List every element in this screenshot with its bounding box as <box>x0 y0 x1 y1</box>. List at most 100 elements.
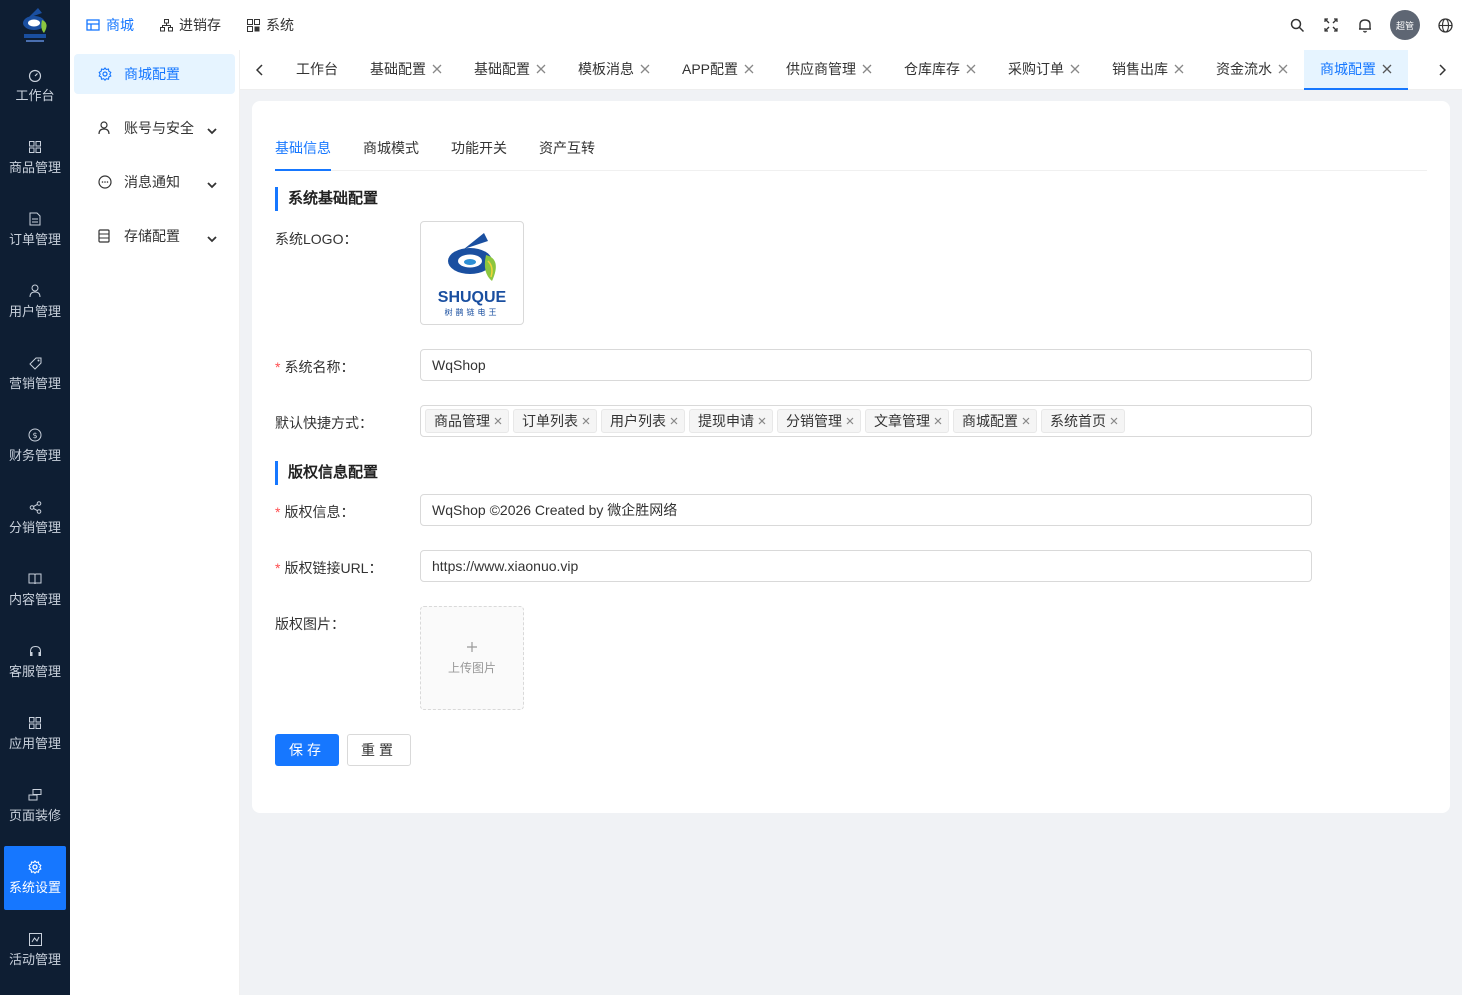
user-icon <box>28 284 42 298</box>
close-icon[interactable] <box>536 64 546 74</box>
nav-label: 用户管理 <box>8 304 61 319</box>
close-icon[interactable] <box>582 417 590 425</box>
nav-content[interactable]: 内容管理 <box>4 558 66 622</box>
subnav-label: 存储配置 <box>124 228 180 244</box>
shortcut-tag: 订单列表 <box>513 409 597 433</box>
tab-basic-config-2[interactable]: 基础配置 <box>458 50 562 90</box>
nav-apps[interactable]: 应用管理 <box>4 702 66 766</box>
hierarchy-icon <box>160 18 173 31</box>
nav-finance[interactable]: $ 财务管理 <box>4 414 66 478</box>
globe-icon[interactable] <box>1428 17 1462 33</box>
search-icon[interactable] <box>1280 18 1314 33</box>
chevron-right-icon <box>1439 63 1446 76</box>
close-icon[interactable] <box>1070 64 1080 74</box>
nav-customer-service[interactable]: 客服管理 <box>4 630 66 694</box>
tab-template-message[interactable]: 模板消息 <box>562 50 666 90</box>
main-sidebar: 工作台 商品管理 订单管理 用户管理 营销管理 $ 财务管理 分销管理 内容管理 … <box>0 0 70 995</box>
close-icon[interactable] <box>1278 64 1288 74</box>
tab-app-config[interactable]: APP配置 <box>666 50 770 90</box>
shortcut-select[interactable]: 商品管理 订单列表 用户列表 提现申请 分销管理 文章管理 商城配置 系统首页 <box>420 405 1312 437</box>
subnav-account-security[interactable]: 账号与安全 <box>74 108 235 148</box>
tab-label: 商城配置 <box>1320 60 1377 77</box>
fullscreen-icon[interactable] <box>1314 18 1348 32</box>
nav-page-design[interactable]: 页面装修 <box>4 774 66 838</box>
nav-users[interactable]: 用户管理 <box>4 270 66 334</box>
nav-marketing[interactable]: 营销管理 <box>4 342 66 406</box>
copyright-url-input[interactable]: https://www.xiaonuo.vip <box>420 550 1312 582</box>
plus-icon <box>467 641 477 652</box>
copyright-image-upload[interactable]: 上传图片 <box>420 606 524 710</box>
shortcut-tag: 系统首页 <box>1041 409 1125 433</box>
tab-basic-config[interactable]: 基础配置 <box>354 50 458 90</box>
nav-dashboard[interactable]: 工作台 <box>4 54 66 118</box>
section-title-copyright: 版权信息配置 <box>275 461 378 485</box>
top-menu-inventory[interactable]: 进销存 <box>160 15 221 35</box>
nav-distribution[interactable]: 分销管理 <box>4 486 66 550</box>
top-menu-system[interactable]: 系统 <box>247 15 294 35</box>
close-icon[interactable] <box>640 64 650 74</box>
app-logo[interactable] <box>0 0 70 50</box>
tabs-scroll-left[interactable] <box>240 50 280 90</box>
logo-label: 系统LOGO： <box>275 231 358 247</box>
shortcut-tag-label: 商品管理 <box>434 413 490 429</box>
close-icon[interactable] <box>966 64 976 74</box>
close-icon[interactable] <box>494 417 502 425</box>
chevron-left-icon <box>256 63 263 76</box>
close-icon[interactable] <box>670 417 678 425</box>
close-icon[interactable] <box>432 64 442 74</box>
required-mark: * <box>275 504 281 520</box>
reset-button[interactable]: 重置 <box>347 734 411 766</box>
tab-workbench[interactable]: 工作台 <box>280 50 354 90</box>
save-button[interactable]: 保存 <box>275 734 339 766</box>
chevron-down-icon <box>207 122 217 138</box>
tab-label: 工作台 <box>296 60 338 77</box>
system-name-label: * 系统名称： <box>275 357 354 377</box>
subnav-mall-config[interactable]: 商城配置 <box>74 54 235 94</box>
top-right-actions: 超管 <box>1280 0 1462 50</box>
chevron-down-icon <box>207 176 217 192</box>
top-menu-mall[interactable]: 商城 <box>86 15 134 35</box>
tab-asset-transfer[interactable]: 资产互转 <box>539 131 595 171</box>
subnav-message-notify[interactable]: 消息通知 <box>74 162 235 202</box>
tab-supplier[interactable]: 供应商管理 <box>770 50 888 90</box>
close-icon[interactable] <box>1022 417 1030 425</box>
tag-icon <box>28 356 42 370</box>
subnav-storage-config[interactable]: 存储配置 <box>74 216 235 256</box>
shortcut-tag: 提现申请 <box>689 409 773 433</box>
bell-icon[interactable] <box>1348 18 1382 33</box>
tab-cash-flow[interactable]: 资金流水 <box>1200 50 1304 90</box>
tab-basic-info[interactable]: 基础信息 <box>275 131 331 171</box>
system-logo-upload[interactable]: SHUQUE 树鹊链电王 <box>420 221 524 325</box>
nav-label: 商品管理 <box>8 160 61 175</box>
close-icon[interactable] <box>934 417 942 425</box>
close-icon[interactable] <box>1174 64 1184 74</box>
nav-system-settings[interactable]: 系统设置 <box>4 846 66 910</box>
close-icon[interactable] <box>1382 64 1392 74</box>
tab-label: 供应商管理 <box>786 60 857 77</box>
shortcut-tag: 文章管理 <box>865 409 949 433</box>
close-icon[interactable] <box>846 417 854 425</box>
document-icon <box>28 212 42 226</box>
tab-feature-switch[interactable]: 功能开关 <box>451 131 507 171</box>
close-icon[interactable] <box>862 64 872 74</box>
nav-activities[interactable]: 活动管理 <box>4 918 66 982</box>
avatar[interactable]: 超管 <box>1390 10 1420 40</box>
close-icon[interactable] <box>1110 417 1118 425</box>
tab-mall-mode[interactable]: 商城模式 <box>363 131 419 171</box>
nav-label: 营销管理 <box>8 376 61 391</box>
tab-warehouse[interactable]: 仓库库存 <box>888 50 992 90</box>
copyright-input[interactable]: WqShop ©2026 Created by 微企胜网络 <box>420 494 1312 526</box>
close-icon[interactable] <box>744 64 754 74</box>
nav-label: 客服管理 <box>8 664 61 679</box>
tab-purchase-orders[interactable]: 采购订单 <box>992 50 1096 90</box>
close-icon[interactable] <box>758 417 766 425</box>
system-name-input[interactable]: WqShop <box>420 349 1312 381</box>
tab-mall-config[interactable]: 商城配置 <box>1304 49 1409 90</box>
nav-orders[interactable]: 订单管理 <box>4 198 66 262</box>
shortcut-tag: 用户列表 <box>601 409 685 433</box>
nav-products[interactable]: 商品管理 <box>4 126 66 190</box>
tab-sales-outbound[interactable]: 销售出库 <box>1096 50 1200 90</box>
config-card: 基础信息 商城模式 功能开关 资产互转 系统基础配置 系统LOGO： SHUQU… <box>252 101 1450 813</box>
tabs-scroll-right[interactable] <box>1422 50 1462 90</box>
nav-label: 分销管理 <box>8 520 61 535</box>
